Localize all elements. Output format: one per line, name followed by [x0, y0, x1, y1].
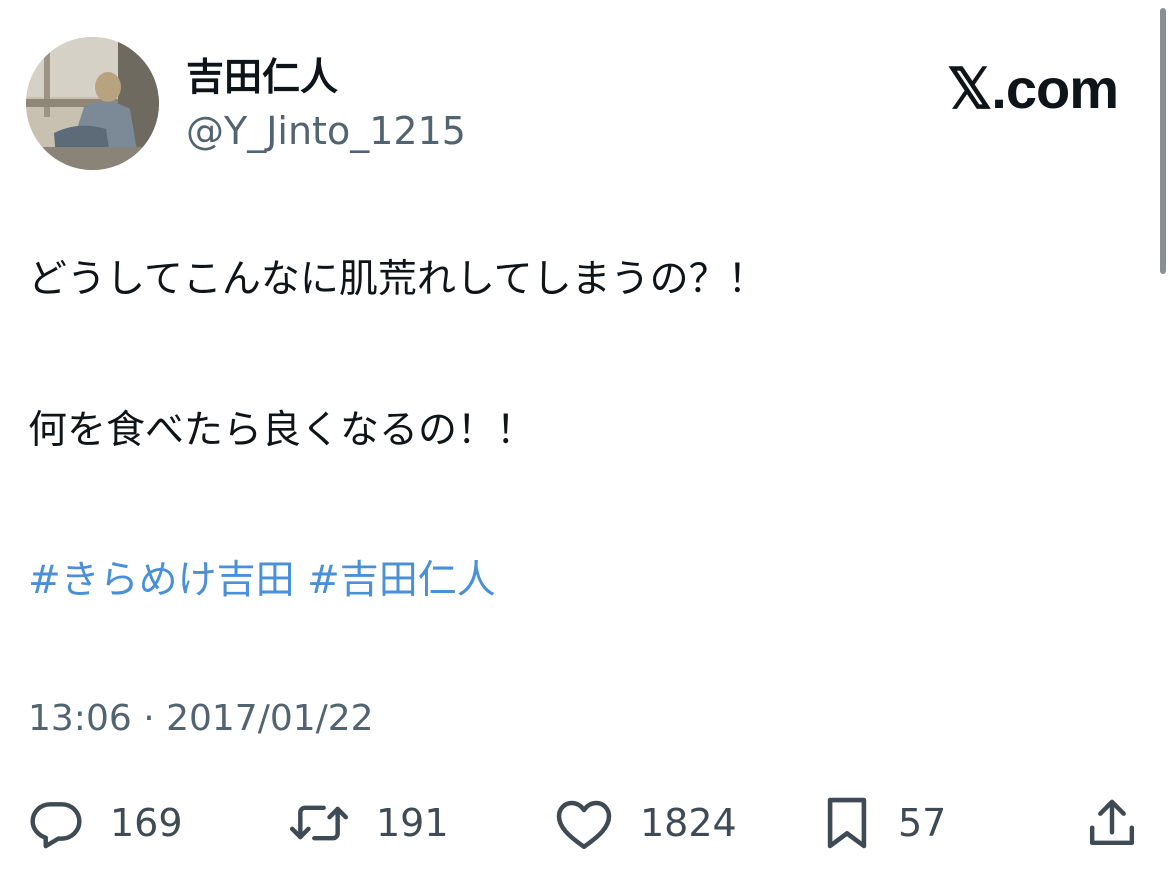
retweet-icon: [289, 805, 349, 841]
hashtag-row: #きらめけ吉田 #吉田仁人: [28, 553, 496, 609]
tweet-text-line-1: どうしてこんなに肌荒れしてしまうの？！: [28, 257, 767, 302]
share-icon: [1089, 799, 1135, 846]
hashtag-link[interactable]: #吉田仁人: [307, 558, 496, 603]
avatar-photo: [26, 37, 159, 170]
hashtag-link[interactable]: #きらめけ吉田: [28, 558, 295, 603]
action-bar: 169 191 1824 57: [0, 790, 1170, 856]
scrollbar[interactable]: [1160, 8, 1166, 274]
bookmark-button[interactable]: 57: [822, 790, 946, 856]
share-button[interactable]: [1086, 790, 1138, 856]
like-button[interactable]: 1824: [554, 790, 737, 856]
timestamp[interactable]: 13:06 · 2017/01/22: [28, 694, 374, 744]
avatar[interactable]: [26, 37, 159, 170]
user-handle[interactable]: @Y_Jinto_1215: [186, 106, 466, 156]
display-name[interactable]: 吉田仁人: [186, 52, 338, 102]
x-logo: 𝕏.com: [947, 57, 1119, 120]
like-count: 1824: [640, 801, 737, 845]
retweet-count: 191: [376, 801, 449, 845]
tweet-text-line-2: 何を食べたら良くなるの！！: [28, 408, 536, 453]
heart-icon: [556, 800, 612, 849]
reply-button[interactable]: 169: [28, 790, 183, 856]
reply-count: 169: [110, 801, 183, 845]
bookmark-icon: [827, 797, 867, 849]
retweet-button[interactable]: 191: [288, 790, 449, 856]
bookmark-count: 57: [898, 801, 947, 845]
reply-icon: [30, 802, 82, 849]
tweet-card: 吉田仁人 @Y_Jinto_1215 𝕏.com どうしてこんなに肌荒れしてしま…: [0, 0, 1170, 881]
